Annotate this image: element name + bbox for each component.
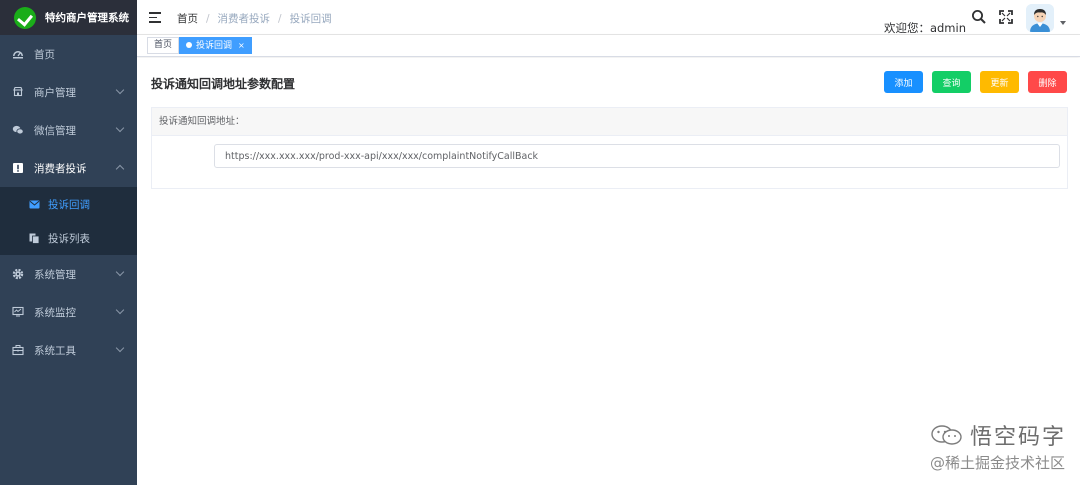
sidebar-item-wechat[interactable]: 微信管理 xyxy=(0,111,137,149)
breadcrumb: 首页 / 消费者投诉 / 投诉回调 xyxy=(177,11,332,26)
chevron-down-icon xyxy=(115,343,125,353)
page-title: 投诉通知回调地址参数配置 xyxy=(151,77,296,91)
breadcrumb-item-current: 投诉回调 xyxy=(289,13,332,25)
sidebar-item-tools[interactable]: 系统工具 xyxy=(0,331,137,369)
avatar[interactable] xyxy=(1026,4,1054,32)
welcome-text: 欢迎您：admin xyxy=(883,21,966,35)
sidebar: 特约商户管理系统 首页 商户管理 微信管理 消费者投诉 投诉回调 投诉列表 系统… xyxy=(0,0,137,485)
complaint-submenu: 投诉回调 投诉列表 xyxy=(0,187,137,255)
dashboard-icon xyxy=(12,48,24,60)
sidebar-item-merchant[interactable]: 商户管理 xyxy=(0,73,137,111)
delete-button[interactable]: 删除 xyxy=(1028,71,1067,93)
monitor-icon xyxy=(12,306,24,318)
search-icon[interactable] xyxy=(971,9,987,25)
chevron-down-icon xyxy=(115,123,125,133)
watermark: 悟空码字 @稀土掘金技术社区 xyxy=(930,419,1066,473)
app-title: 特约商户管理系统 xyxy=(45,12,129,24)
chevron-down-icon xyxy=(115,85,125,95)
sidebar-item-label: 投诉回调 xyxy=(48,198,90,211)
wechat-icon xyxy=(12,124,24,136)
sidebar-item-complaint-list[interactable]: 投诉列表 xyxy=(0,221,137,255)
card-header: 投诉通知回调地址： xyxy=(152,108,1067,136)
document-icon xyxy=(28,232,40,244)
update-button[interactable]: 更新 xyxy=(980,71,1019,93)
sidebar-item-label: 系统管理 xyxy=(34,268,76,281)
close-icon[interactable]: × xyxy=(238,41,245,50)
sidebar-item-system[interactable]: 系统管理 xyxy=(0,255,137,293)
fullscreen-icon[interactable] xyxy=(998,9,1014,25)
sidebar-item-complaint-callback[interactable]: 投诉回调 xyxy=(0,187,137,221)
app-logo[interactable]: 特约商户管理系统 xyxy=(0,0,137,35)
store-icon xyxy=(12,86,24,98)
tag-label: 投诉回调 xyxy=(196,41,233,51)
chevron-down-icon xyxy=(115,305,125,315)
sidebar-item-label: 商户管理 xyxy=(34,86,76,99)
sidebar-item-label: 系统监控 xyxy=(34,306,76,319)
watermark-source: @稀土掘金技术社区 xyxy=(929,454,1065,472)
toolbox-icon xyxy=(12,344,24,356)
query-button[interactable]: 查询 xyxy=(932,71,971,93)
callback-url-field[interactable] xyxy=(214,144,1060,168)
breadcrumb-separator: / xyxy=(278,12,282,25)
tags-view: 首页 投诉回调 × xyxy=(137,35,1080,57)
tag-home[interactable]: 首页 xyxy=(147,37,180,54)
logo-icon xyxy=(14,6,36,29)
breadcrumb-item-complaint: 消费者投诉 xyxy=(217,13,271,25)
message-icon xyxy=(28,198,40,210)
watermark-title: 悟空码字 xyxy=(969,425,1066,450)
complaint-icon xyxy=(12,162,24,174)
wechat-watermark-icon xyxy=(931,425,962,445)
caret-down-icon[interactable] xyxy=(1060,21,1066,25)
sidebar-item-monitor[interactable]: 系统监控 xyxy=(0,293,137,331)
hamburger-icon[interactable] xyxy=(149,12,161,23)
sidebar-item-label: 系统工具 xyxy=(34,344,76,357)
tag-complaint-callback[interactable]: 投诉回调 × xyxy=(179,37,252,54)
sidebar-item-label: 微信管理 xyxy=(34,124,76,137)
active-dot-icon xyxy=(186,42,192,48)
chevron-up-icon xyxy=(115,164,125,174)
tag-label: 首页 xyxy=(154,40,173,50)
breadcrumb-separator: / xyxy=(206,12,210,25)
gear-icon xyxy=(12,268,24,280)
sidebar-item-label: 投诉列表 xyxy=(48,232,90,245)
sidebar-item-label: 消费者投诉 xyxy=(34,162,87,175)
add-button[interactable]: 添加 xyxy=(884,71,923,93)
sidebar-item-complaint[interactable]: 消费者投诉 xyxy=(0,149,137,187)
sidebar-item-home[interactable]: 首页 xyxy=(0,35,137,73)
top-navbar: 首页 / 消费者投诉 / 投诉回调 欢迎您：admin xyxy=(137,0,1080,35)
sidebar-item-label: 首页 xyxy=(34,48,55,61)
chevron-down-icon xyxy=(115,267,125,277)
callback-config-card: 投诉通知回调地址： xyxy=(151,107,1068,189)
breadcrumb-item-home[interactable]: 首页 xyxy=(177,11,198,26)
